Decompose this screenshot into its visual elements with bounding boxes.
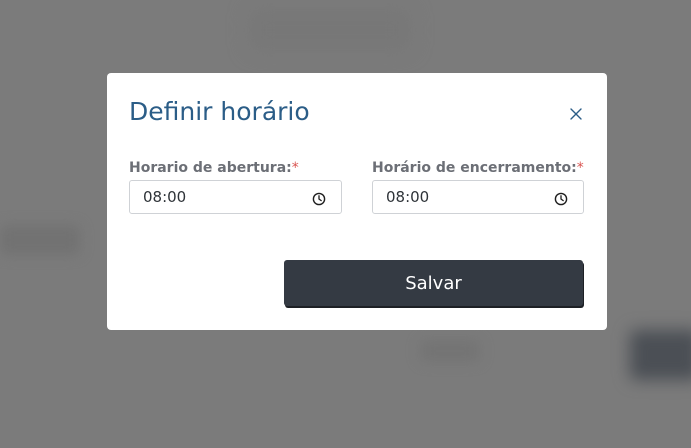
- background-blur: [420, 340, 480, 362]
- opening-time-value: 08:00: [143, 188, 187, 206]
- required-mark: *: [576, 160, 584, 176]
- closing-time-field: Horário de encerramento:* 08:00: [372, 159, 584, 214]
- background-blur: [630, 330, 691, 380]
- save-button[interactable]: Salvar: [284, 260, 583, 306]
- required-mark: *: [291, 160, 299, 176]
- modal-title: Definir horário: [129, 97, 310, 126]
- background-blur: [0, 225, 80, 255]
- opening-time-input[interactable]: 08:00: [129, 180, 342, 214]
- set-hours-modal: Definir horário Horario de abertura:* 08…: [107, 73, 607, 330]
- close-icon[interactable]: [567, 105, 585, 123]
- clock-icon[interactable]: [554, 191, 568, 206]
- opening-time-label: Horario de abertura:*: [129, 160, 299, 176]
- opening-time-field: Horario de abertura:* 08:00: [129, 159, 342, 214]
- closing-time-input[interactable]: 08:00: [372, 180, 584, 214]
- background-blur: [250, 10, 410, 50]
- clock-icon[interactable]: [312, 191, 326, 206]
- closing-time-value: 08:00: [386, 188, 430, 206]
- closing-time-label: Horário de encerramento:*: [372, 160, 584, 176]
